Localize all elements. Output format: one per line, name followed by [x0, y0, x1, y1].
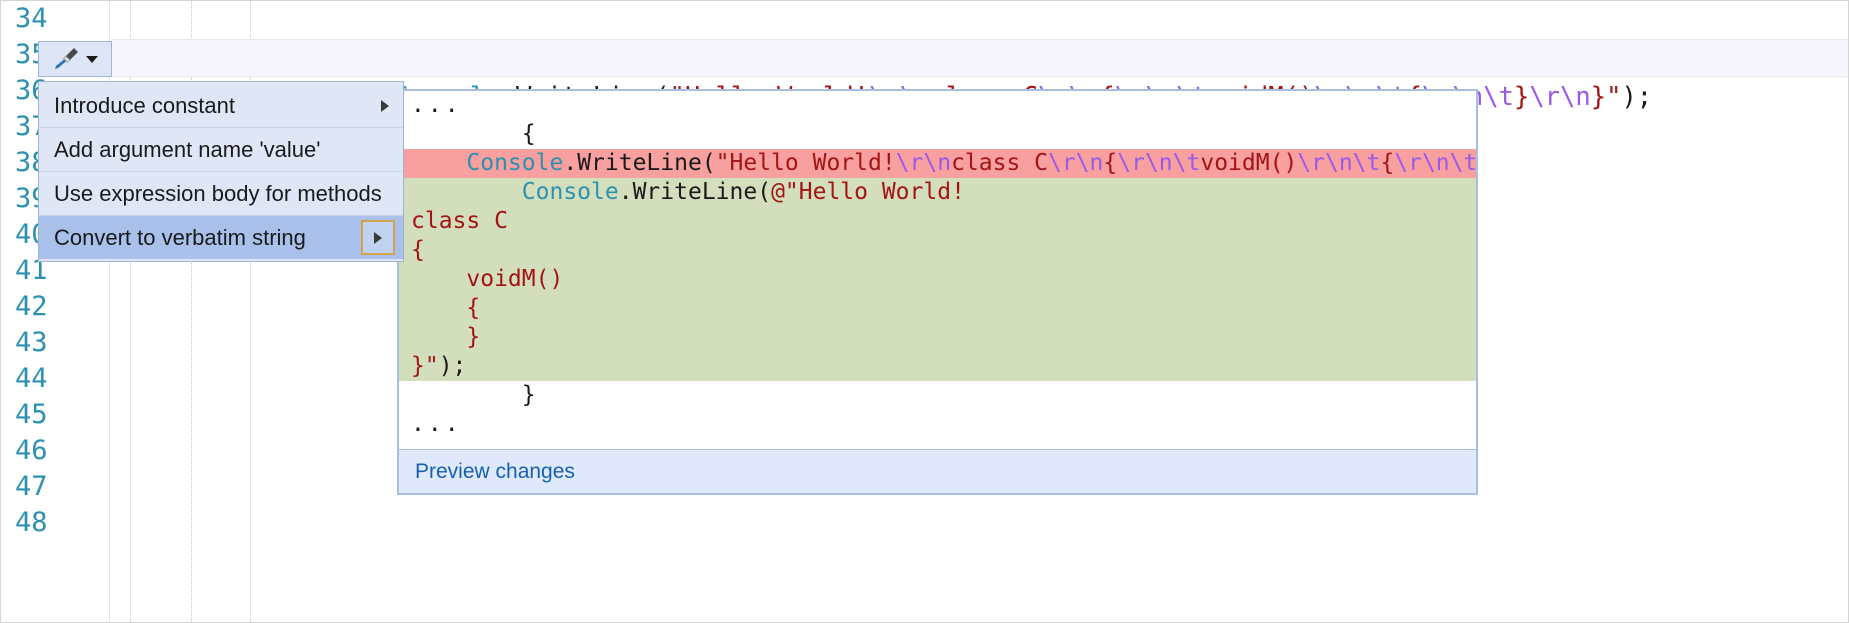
submenu-expand-button[interactable] — [361, 220, 395, 255]
line-number: 34 — [15, 3, 48, 34]
code-token: ); — [438, 353, 467, 379]
preview-line-added: }"); — [399, 352, 1476, 381]
code-token: class C — [951, 150, 1049, 176]
line-number: 47 — [15, 471, 48, 502]
preview-line-added: voidM() — [399, 265, 1476, 294]
code-line-34[interactable]: { — [250, 1, 357, 70]
code-token: \r\n\t — [1117, 150, 1201, 176]
code-editor[interactable]: 343536373839404142434445464748 { Console… — [0, 0, 1849, 623]
code-token: { — [1380, 150, 1395, 176]
preview-line-context: } — [399, 381, 1476, 410]
code-token: { — [1103, 150, 1118, 176]
code-token: "Hello World! — [715, 150, 896, 176]
preview-line-added: class C — [399, 207, 1476, 236]
chevron-right-icon — [381, 99, 389, 112]
menu-item-label: Add argument name 'value' — [54, 137, 321, 162]
code-token: { — [411, 121, 536, 147]
menu-item-label: Introduce constant — [54, 93, 236, 118]
code-token: }" — [1590, 82, 1622, 112]
preview-line-context: ... — [399, 91, 1476, 120]
code-token: voidM() — [1200, 150, 1298, 176]
preview-line-added: Console.WriteLine(@"Hello World! — [399, 178, 1476, 207]
line-number: 46 — [15, 435, 48, 466]
preview-line-added: { — [399, 294, 1476, 323]
code-token: \r\n — [1048, 150, 1104, 176]
code-token: \r\n\t — [1297, 150, 1381, 176]
menu-item-label: Convert to verbatim string — [54, 225, 306, 250]
line-number: 45 — [15, 399, 48, 430]
code-token: \r\n — [1529, 82, 1591, 112]
code-token: } — [411, 382, 536, 408]
preview-diff-code: ... { Console.WriteLine("Hello World!\r\… — [399, 91, 1476, 453]
menu-item-2[interactable]: Use expression body for methods — [39, 171, 403, 215]
line-number: 48 — [15, 507, 48, 538]
line-number: 42 — [15, 291, 48, 322]
menu-item-3[interactable]: Convert to verbatim string — [39, 215, 403, 259]
code-token: ); — [1621, 82, 1653, 112]
menu-item-0[interactable]: Introduce constant — [39, 84, 403, 127]
code-token: { — [411, 295, 481, 321]
code-line-35[interactable]: Console.WriteLine("Hello World!\r\nclass… — [111, 39, 1848, 112]
line-number: 43 — [15, 327, 48, 358]
menu-item-1[interactable]: Add argument name 'value' — [39, 127, 403, 171]
code-token: } — [411, 324, 481, 350]
code-token: voidM() — [411, 266, 564, 292]
code-token: @"Hello World! — [771, 179, 965, 205]
code-token: ... — [411, 92, 462, 118]
chevron-right-icon — [374, 231, 382, 244]
code-token: . — [618, 179, 633, 205]
chevron-down-icon[interactable] — [84, 53, 100, 65]
code-token: } — [1513, 82, 1530, 112]
quick-actions-button[interactable] — [38, 41, 112, 77]
code-token: }" — [411, 353, 439, 379]
preview-changes-link[interactable]: Preview changes — [415, 460, 575, 484]
code-token: ... — [411, 411, 462, 437]
screwdriver-icon — [50, 46, 80, 72]
code-token: Console — [411, 179, 619, 205]
code-token: . — [563, 150, 578, 176]
code-token: \r\n\t — [1394, 150, 1476, 176]
preview-line-removed: Console.WriteLine("Hello World!\r\nclass… — [399, 149, 1476, 178]
menu-item-label: Use expression body for methods — [54, 181, 382, 206]
code-token: ( — [757, 179, 772, 205]
code-token: \r\n — [895, 150, 952, 176]
code-token: ( — [701, 150, 716, 176]
preview-line-context: ... — [399, 410, 1476, 439]
code-token: Console — [411, 150, 564, 176]
code-token: { — [411, 237, 425, 263]
quick-actions-context-menu[interactable]: Introduce constant Add argument name 'val… — [38, 81, 404, 262]
preview-line-added: } — [399, 323, 1476, 352]
code-token: class C — [411, 208, 508, 234]
preview-footer: Preview changes — [399, 449, 1476, 493]
refactoring-preview-popup: ... { Console.WriteLine("Hello World!\r\… — [397, 89, 1478, 495]
code-token: WriteLine — [577, 150, 702, 176]
line-number: 44 — [15, 363, 48, 394]
preview-line-added: { — [399, 236, 1476, 265]
preview-line-context: { — [399, 120, 1476, 149]
code-token: WriteLine — [632, 179, 758, 205]
